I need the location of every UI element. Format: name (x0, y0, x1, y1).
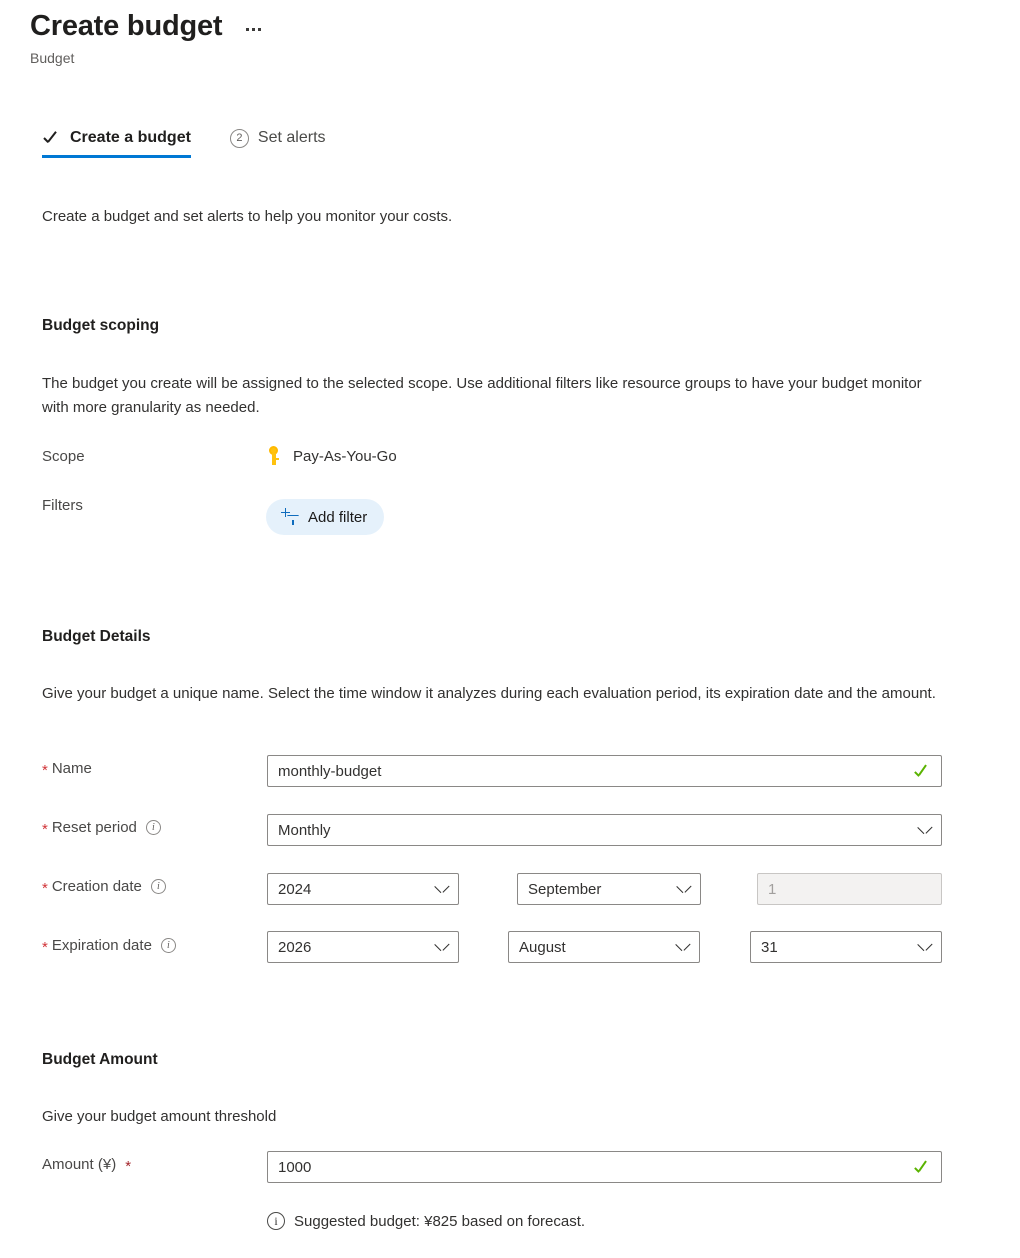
name-input[interactable]: monthly-budget (267, 755, 942, 787)
key-icon (266, 446, 282, 466)
chevron-down-icon (676, 943, 689, 951)
intro-text: Create a budget and set alerts to help y… (42, 208, 453, 225)
chevron-down-icon (918, 826, 931, 834)
tab-set-alerts[interactable]: 2 Set alerts (229, 128, 326, 158)
budget-details-description: Give your budget a unique name. Select t… (42, 685, 936, 702)
creation-day-value: 1 (768, 880, 777, 898)
filters-label-text: Filters (42, 497, 83, 514)
creation-date-label-text: Creation date (51, 878, 142, 895)
suggested-budget-text: Suggested budget: ¥825 based on forecast… (294, 1212, 586, 1230)
scope-label: Scope (42, 448, 85, 465)
required-asterisk: * (42, 762, 48, 779)
step-number-badge: 2 (229, 128, 249, 148)
creation-year-dropdown[interactable]: 2024 (267, 873, 459, 905)
scope-label-text: Scope (42, 448, 85, 465)
page-subtitle: Budget (30, 50, 75, 66)
budget-scoping-description: The budget you create will be assigned t… (42, 375, 922, 416)
add-filter-label: Add filter (308, 508, 368, 526)
wizard-tabs: Create a budget 2 Set alerts (42, 128, 326, 158)
amount-input-value: 1000 (278, 1158, 312, 1176)
reset-period-value: Monthly (278, 821, 331, 839)
info-icon: i (267, 1212, 285, 1230)
expiration-day-value: 31 (761, 938, 778, 956)
amount-label-text: Amount (¥) (42, 1156, 117, 1173)
budget-scoping-heading: Budget scoping (42, 317, 160, 334)
scope-value: Pay-As-You-Go (266, 446, 397, 466)
name-label-text: Name (51, 760, 92, 777)
expiration-month-value: August (519, 938, 566, 956)
expiration-day-dropdown[interactable]: 31 (750, 931, 942, 963)
amount-label: Amount (¥) * (42, 1156, 132, 1175)
required-asterisk: * (42, 821, 48, 838)
creation-day-field: 1 (757, 873, 942, 905)
expiration-year-dropdown[interactable]: 2026 (267, 931, 459, 963)
amount-input[interactable]: 1000 (267, 1151, 942, 1183)
expiration-date-label: * Expiration date i (42, 937, 176, 956)
page-title: Create budget (30, 10, 223, 42)
creation-year-value: 2024 (278, 880, 312, 898)
check-icon (42, 129, 61, 148)
valid-check-icon (915, 1161, 931, 1174)
creation-month-dropdown[interactable]: September (517, 873, 701, 905)
name-label: * Name (42, 760, 92, 779)
budget-details-heading: Budget Details (42, 628, 151, 645)
chevron-down-icon (435, 885, 448, 893)
chevron-down-icon (435, 943, 448, 951)
required-asterisk: * (125, 1158, 132, 1175)
page-header: Create budget Budget (30, 8, 263, 66)
add-filter-icon (280, 507, 300, 527)
required-asterisk: * (42, 939, 48, 956)
creation-month-value: September (528, 880, 602, 898)
budget-amount-heading: Budget Amount (42, 1051, 158, 1068)
expiration-month-dropdown[interactable]: August (508, 931, 700, 963)
valid-check-icon (915, 765, 931, 778)
scope-value-text: Pay-As-You-Go (293, 447, 397, 465)
more-options-icon[interactable] (244, 24, 263, 35)
creation-date-label: * Creation date i (42, 878, 166, 897)
budget-amount-description: Give your budget amount threshold (42, 1108, 277, 1125)
info-icon[interactable]: i (150, 879, 166, 894)
info-icon[interactable]: i (145, 820, 161, 835)
name-input-value: monthly-budget (278, 762, 382, 780)
add-filter-button[interactable]: Add filter (266, 499, 385, 535)
expiration-year-value: 2026 (278, 938, 312, 956)
chevron-down-icon (918, 943, 931, 951)
reset-period-dropdown[interactable]: Monthly (267, 814, 942, 846)
title-row: Create budget (30, 8, 263, 44)
tab-create-a-budget-label: Create a budget (70, 129, 191, 146)
tab-set-alerts-label: Set alerts (257, 129, 326, 146)
required-asterisk: * (42, 880, 48, 897)
reset-period-label: * Reset period i (42, 819, 161, 838)
filters-label: Filters (42, 497, 83, 514)
reset-period-label-text: Reset period (51, 819, 137, 836)
suggested-budget-hint: i Suggested budget: ¥825 based on foreca… (267, 1212, 585, 1230)
info-icon[interactable]: i (160, 938, 176, 953)
expiration-date-label-text: Expiration date (51, 937, 152, 954)
tab-create-a-budget[interactable]: Create a budget (42, 128, 191, 158)
chevron-down-icon (677, 885, 690, 893)
